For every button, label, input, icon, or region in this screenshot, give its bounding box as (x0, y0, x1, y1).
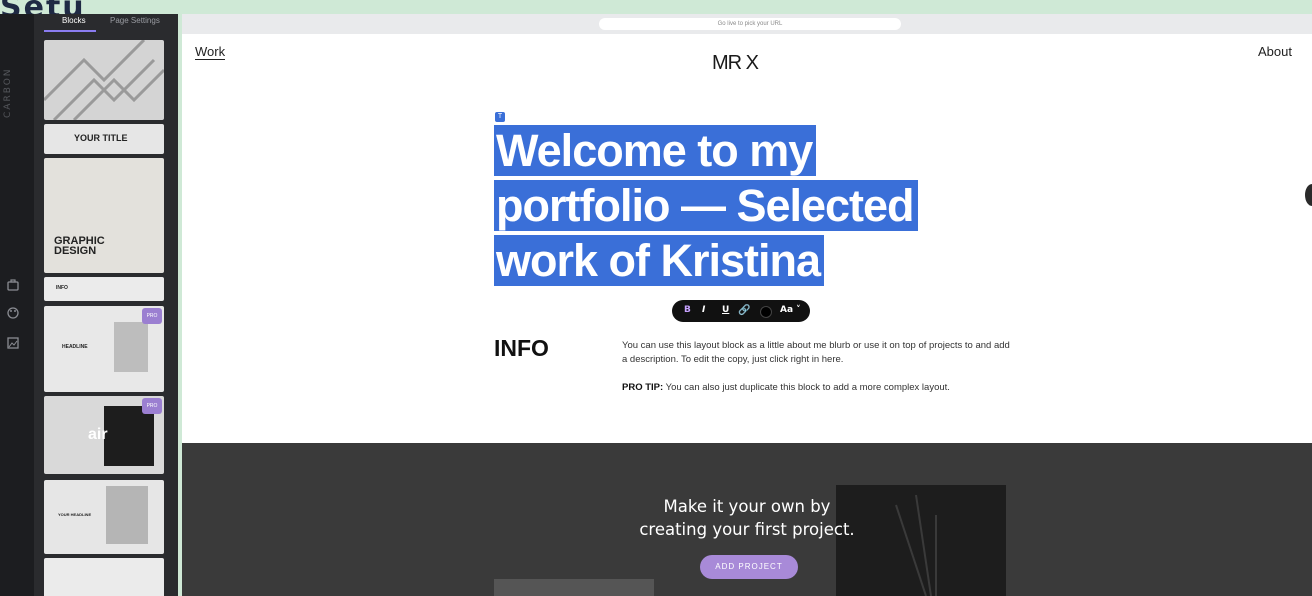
block-thumb-text[interactable] (44, 558, 164, 596)
nav-about-link[interactable]: About (1258, 44, 1292, 59)
url-field[interactable]: Go live to pick your URL (599, 18, 901, 30)
cta-line-1: Make it your own by (663, 497, 831, 516)
block-thumb-graphic-design[interactable]: GRAPHIC DESIGN (44, 158, 164, 273)
image-icon[interactable] (6, 336, 20, 350)
url-bar: Go live to pick your URL (182, 14, 1312, 34)
info-paragraph[interactable]: You can use this layout block as a littl… (622, 339, 1012, 367)
scroll-handle[interactable] (1305, 184, 1312, 206)
bold-button[interactable]: B (684, 305, 691, 315)
decor-photo-left (494, 579, 654, 596)
info-heading[interactable]: INFO (494, 335, 549, 362)
text-format-toolbar: B I U 🔗 Aa ˅ (672, 300, 810, 322)
active-tab-indicator (44, 30, 96, 32)
tab-page-settings[interactable]: Page Settings (110, 16, 160, 25)
tab-blocks[interactable]: Blocks (62, 16, 86, 25)
magazine-preview (114, 322, 148, 372)
page-canvas: Go live to pick your URL Work MR X About… (182, 14, 1312, 596)
pro-tip-label: PRO TIP: (622, 382, 664, 393)
hero-headline[interactable]: Welcome to my portfolio — Selected work … (494, 124, 1014, 289)
pro-tip-text: You can also just duplicate this block t… (663, 382, 950, 393)
brand-logo: CARBON (3, 67, 13, 118)
italic-button[interactable]: I (702, 305, 705, 315)
pro-badge: PRO (142, 308, 162, 324)
pro-tip[interactable]: PRO TIP: You can also just duplicate thi… (622, 381, 1012, 395)
link-icon[interactable]: 🔗 (738, 305, 750, 316)
site-name[interactable]: MR X (712, 52, 759, 75)
headline-line-1[interactable]: Welcome to my (494, 125, 817, 176)
cta-text: Make it your own by creating your first … (582, 495, 912, 541)
app-rail: CARBON (0, 14, 34, 596)
block-thumb-your-headline[interactable]: YOUR HEADLINE (44, 480, 164, 554)
info-body[interactable]: You can use this layout block as a littl… (622, 339, 1012, 409)
briefcase-icon[interactable] (6, 278, 20, 292)
block-thumb-info[interactable]: INFO (44, 277, 164, 301)
photo-preview (106, 486, 148, 544)
palette-icon[interactable] (6, 306, 20, 320)
cta-line-2: creating your first project. (639, 520, 855, 539)
project-cta-section: Make it your own by creating your first … (182, 443, 1312, 596)
font-size-dropdown[interactable]: Aa ˅ (780, 305, 801, 315)
nav-work-link[interactable]: Work (195, 45, 226, 60)
dark-panel (104, 406, 154, 466)
block-thumb-air[interactable]: air PRO (44, 396, 164, 474)
color-swatch-button[interactable] (760, 306, 772, 318)
block-thumb-headline[interactable]: HEADLINE PRO (44, 306, 164, 392)
underline-button[interactable]: U (722, 305, 729, 315)
add-project-button[interactable]: ADD PROJECT (700, 555, 798, 579)
pattern-preview (44, 40, 164, 120)
headline-line-3[interactable]: work of Kristina (494, 235, 825, 286)
panel-tabs: Blocks Page Settings (34, 14, 178, 38)
translate-icon[interactable]: T (495, 112, 505, 122)
headline-line-2[interactable]: portfolio — Selected (494, 180, 918, 231)
pro-badge: PRO (142, 398, 162, 414)
block-thumb-your-title[interactable]: YOUR TITLE (44, 124, 164, 154)
block-thumb-pattern[interactable] (44, 40, 164, 120)
blocks-panel: Blocks Page Settings YOUR TITLE GRAPHIC … (34, 14, 178, 596)
